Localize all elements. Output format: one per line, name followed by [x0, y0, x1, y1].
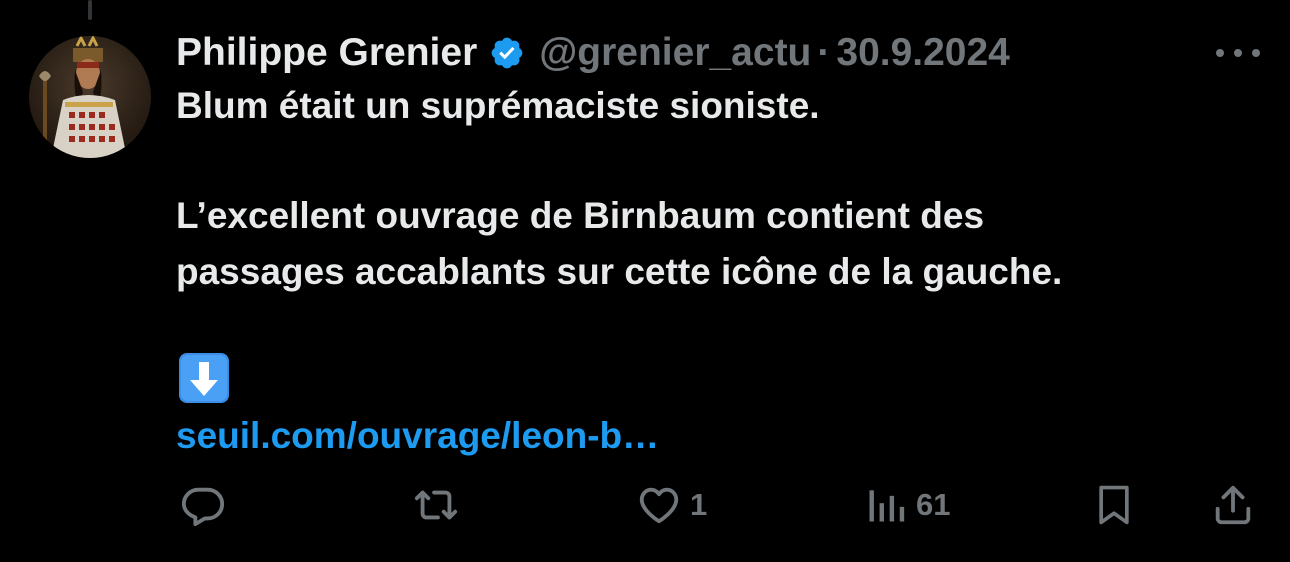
thread-connector-line	[88, 0, 92, 20]
author-name[interactable]: Philippe Grenier	[176, 31, 477, 75]
tweet-link[interactable]: seuil.com/ouvrage/leon-b…	[176, 410, 659, 462]
heart-icon	[639, 487, 679, 524]
views-count: 61	[916, 487, 951, 522]
tweet-text-line-1: Blum était un suprémaciste sioniste.	[176, 85, 820, 126]
down-arrow-emoji-icon	[178, 352, 230, 404]
bookmark-icon	[1099, 485, 1129, 525]
reply-button[interactable]	[180, 480, 226, 530]
header-separator: ·	[817, 31, 831, 74]
bookmark-button[interactable]	[1092, 480, 1136, 530]
avatar[interactable]	[29, 36, 151, 158]
tweet-text-line-2: L’excellent ouvrage de Birnbaum contient…	[176, 195, 985, 236]
verified-badge-icon[interactable]	[489, 35, 525, 71]
share-button[interactable]	[1210, 480, 1256, 530]
retweet-icon	[414, 490, 458, 520]
tweet-header: Philippe Grenier @grenier_actu · 30.9.20…	[176, 26, 1010, 80]
retweet-button[interactable]	[412, 480, 460, 530]
views-button[interactable]: 61	[864, 480, 950, 530]
more-options-icon[interactable]	[1216, 40, 1260, 66]
tweet-date[interactable]: 30.9.2024	[836, 31, 1010, 75]
like-count: 1	[690, 487, 708, 522]
author-handle[interactable]: @grenier_actu	[539, 31, 811, 75]
like-button[interactable]: 1	[636, 480, 707, 530]
reply-icon	[181, 487, 225, 527]
share-icon	[1215, 485, 1251, 525]
views-icon	[869, 490, 905, 522]
tweet-text-line-3: passages accablants sur cette icône de l…	[176, 251, 1063, 292]
